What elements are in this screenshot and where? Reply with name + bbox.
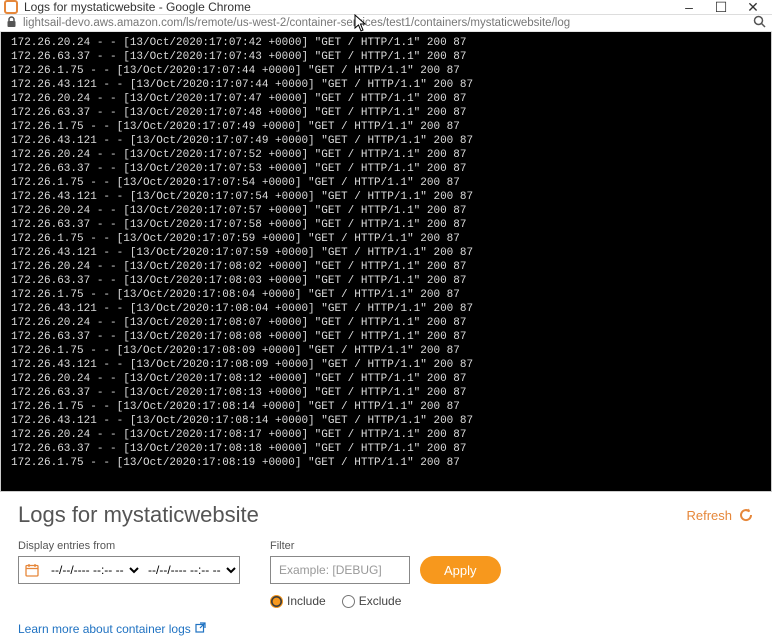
include-radio-label[interactable]: Include xyxy=(270,594,326,608)
filter-input[interactable] xyxy=(270,556,410,584)
app-icon xyxy=(4,0,18,14)
filter-label: Filter xyxy=(270,540,501,552)
include-text: Include xyxy=(287,594,326,608)
exclude-radio-label[interactable]: Exclude xyxy=(342,594,402,608)
learn-more-text: Learn more about container logs xyxy=(18,622,191,636)
exclude-text: Exclude xyxy=(359,594,402,608)
lock-icon xyxy=(6,16,17,31)
window-close-button[interactable]: ✕ xyxy=(746,0,760,14)
window-minimize-button[interactable]: – xyxy=(682,0,696,14)
date-from-select[interactable]: --/--/---- --:-- -- xyxy=(45,557,142,583)
display-entries-label: Display entries from xyxy=(18,540,240,552)
window-maximize-button[interactable]: ☐ xyxy=(714,0,728,14)
refresh-button[interactable]: Refresh xyxy=(686,507,754,523)
date-range-picker[interactable]: --/--/---- --:-- -- --/--/---- --:-- -- xyxy=(18,556,240,584)
exclude-radio[interactable] xyxy=(342,595,355,608)
apply-button[interactable]: Apply xyxy=(420,556,501,584)
include-radio[interactable] xyxy=(270,595,283,608)
log-console[interactable]: 172.26.20.24 - - [13/Oct/2020:17:07:42 +… xyxy=(0,32,772,492)
date-to-select[interactable]: --/--/---- --:-- -- xyxy=(142,557,239,583)
external-link-icon xyxy=(195,622,206,636)
window-title: Logs for mystaticwebsite - Google Chrome xyxy=(24,0,251,14)
refresh-icon xyxy=(738,507,754,523)
search-icon[interactable] xyxy=(753,15,766,31)
controls-panel: Logs for mystaticwebsite Refresh Display… xyxy=(0,492,772,644)
window-titlebar: Logs for mystaticwebsite - Google Chrome… xyxy=(0,0,772,15)
page-heading: Logs for mystaticwebsite xyxy=(18,502,259,528)
learn-more-link[interactable]: Learn more about container logs xyxy=(18,622,754,636)
address-bar[interactable]: lightsail-devo.aws.amazon.com/ls/remote/… xyxy=(0,15,772,32)
url-text: lightsail-devo.aws.amazon.com/ls/remote/… xyxy=(23,17,570,29)
refresh-label: Refresh xyxy=(686,508,732,523)
calendar-icon xyxy=(19,563,45,577)
